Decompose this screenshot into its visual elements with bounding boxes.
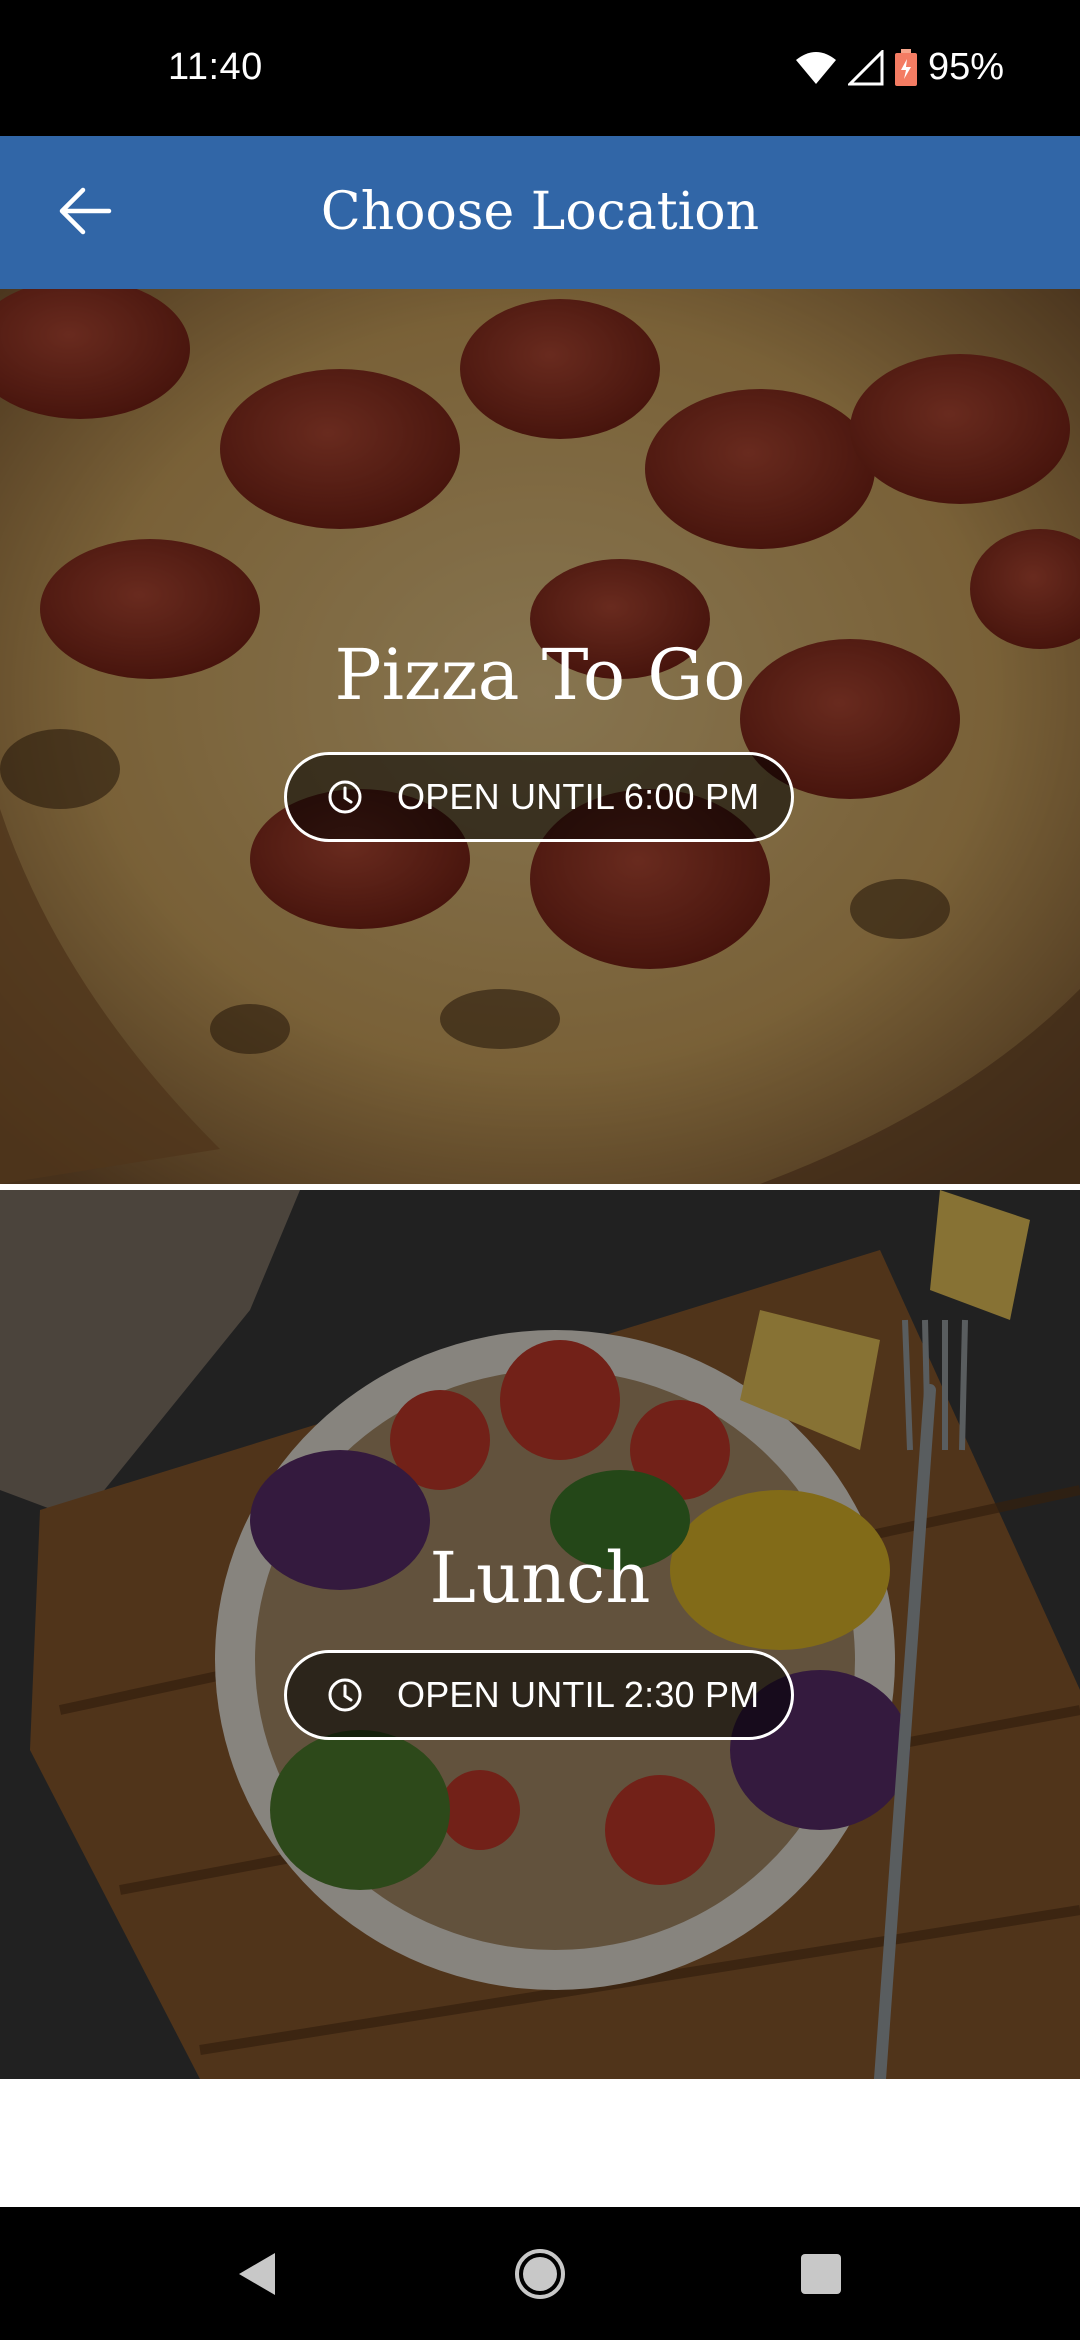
battery-percent: 95%	[927, 46, 1004, 88]
status-bar: 11:40 95%	[0, 0, 1080, 136]
cell-signal-icon	[847, 49, 884, 86]
hours-badge: OPEN UNTIL 6:00 PM	[284, 752, 794, 842]
content-blank-area	[0, 2079, 1080, 2207]
battery-icon	[894, 48, 918, 87]
status-time: 11:40	[168, 46, 263, 88]
status-icons: 95%	[794, 46, 1004, 89]
location-card-pizza-to-go[interactable]: Pizza To Go OPEN UNTIL 6:00 PM	[0, 289, 1080, 1184]
nav-home-button[interactable]	[505, 2241, 575, 2311]
clock-icon	[327, 779, 363, 820]
nav-back-button[interactable]	[222, 2241, 292, 2311]
location-name: Pizza To Go	[334, 634, 746, 716]
system-nav-bar	[0, 2207, 1080, 2340]
home-circle-icon	[513, 2247, 567, 2306]
back-triangle-icon	[237, 2251, 277, 2302]
hours-text: OPEN UNTIL 2:30 PM	[397, 1674, 760, 1715]
page-title: Choose Location	[320, 182, 760, 242]
recents-square-icon	[799, 2252, 843, 2301]
location-card-lunch[interactable]: Lunch OPEN UNTIL 2:30 PM	[0, 1190, 1080, 2079]
wifi-icon	[794, 50, 838, 86]
hours-badge: OPEN UNTIL 2:30 PM	[284, 1650, 794, 1740]
clock-icon	[327, 1677, 363, 1718]
location-name: Lunch	[429, 1537, 651, 1619]
hours-text: OPEN UNTIL 6:00 PM	[397, 776, 760, 817]
nav-recents-button[interactable]	[786, 2241, 856, 2311]
app-bar: Choose Location	[0, 136, 1080, 289]
